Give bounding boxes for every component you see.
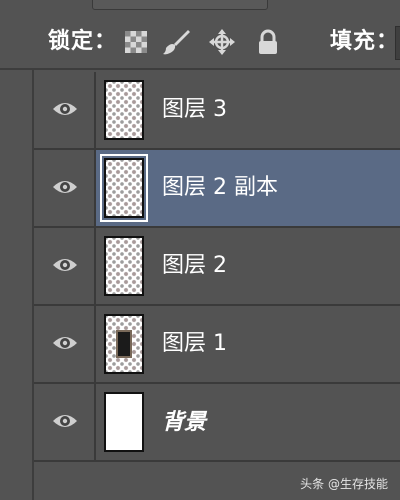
- layer-row[interactable]: 图层 3: [34, 72, 400, 150]
- layers-panel: 锁定： 填充： 图层 3 图层 2 副本 图层 2 图层 1 背景 头条 @生存…: [0, 0, 400, 500]
- lock-transparent-pixels-icon[interactable]: [122, 28, 150, 56]
- lock-position-icon[interactable]: [208, 28, 236, 56]
- layer-row[interactable]: 图层 2: [34, 228, 400, 306]
- layer-name[interactable]: 图层 3: [162, 96, 227, 124]
- panel-top-strip: [0, 0, 400, 14]
- panel-left-gutter: [0, 70, 34, 500]
- eye-icon[interactable]: [52, 254, 78, 276]
- eye-icon[interactable]: [52, 98, 78, 120]
- layer-name[interactable]: 图层 1: [162, 330, 227, 358]
- layer-row-selected[interactable]: 图层 2 副本: [34, 150, 400, 228]
- eye-icon[interactable]: [52, 332, 78, 354]
- lock-toolbar: 锁定： 填充：: [0, 14, 400, 70]
- fill-input[interactable]: [395, 26, 400, 60]
- layer-thumbnail[interactable]: [104, 236, 144, 296]
- layer-thumbnail[interactable]: [100, 154, 148, 222]
- thumbnail-content: [116, 330, 132, 358]
- lock-image-pixels-icon[interactable]: [162, 28, 190, 56]
- eye-icon[interactable]: [52, 176, 78, 198]
- layer-thumbnail[interactable]: [104, 392, 144, 452]
- lock-label: 锁定：: [48, 29, 118, 54]
- layer-thumbnail[interactable]: [104, 314, 144, 374]
- panel-tab[interactable]: [92, 0, 268, 10]
- layer-name[interactable]: 背景: [162, 408, 206, 436]
- lock-all-icon[interactable]: [254, 28, 282, 56]
- visibility-toggle[interactable]: [34, 384, 96, 460]
- layers-list: 图层 3 图层 2 副本 图层 2 图层 1 背景: [34, 72, 400, 462]
- layer-thumbnail[interactable]: [104, 80, 144, 140]
- layer-row-background[interactable]: 背景: [34, 384, 400, 462]
- eye-icon[interactable]: [52, 410, 78, 432]
- layer-row[interactable]: 图层 1: [34, 306, 400, 384]
- visibility-toggle[interactable]: [34, 72, 96, 148]
- visibility-toggle[interactable]: [34, 306, 96, 382]
- watermark-text: 头条 @生存技能: [300, 477, 388, 491]
- visibility-toggle[interactable]: [34, 228, 96, 304]
- fill-label: 填充：: [330, 29, 400, 54]
- layer-name[interactable]: 图层 2 副本: [162, 174, 278, 202]
- layer-name[interactable]: 图层 2: [162, 252, 227, 280]
- visibility-toggle[interactable]: [34, 150, 96, 226]
